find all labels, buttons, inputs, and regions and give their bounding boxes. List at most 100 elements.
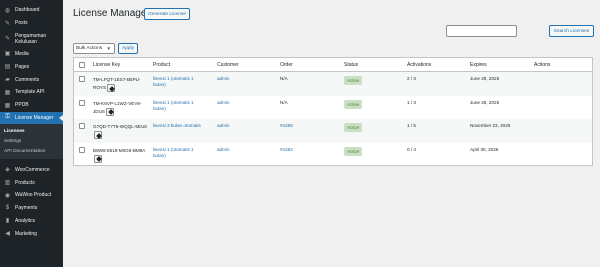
sidebar-item-license-manager[interactable]: ⚿ License Manager — [0, 111, 63, 125]
submenu-item-settings[interactable]: Settings — [0, 136, 63, 146]
sidebar-item-ppdb[interactable]: ▦ PPDB — [0, 99, 63, 112]
row-checkbox[interactable] — [79, 99, 85, 106]
sidebar-item-comments[interactable]: ▰ Comments — [0, 73, 63, 86]
column-header-license-key: License Key — [93, 62, 121, 68]
sidebar-item-label: Payments — [15, 205, 38, 212]
table-row: B8W6-8518-M0G6-BM8A lisensi 1 (otomatis 1… — [74, 143, 592, 167]
product-link[interactable]: lisensi 1 (otomatis 1 bulan) — [153, 76, 205, 88]
product-link[interactable]: lisensi 1 (otomatis 1 bulan) — [153, 100, 205, 112]
expires-cell: April 30, 2025 — [470, 146, 499, 152]
apply-button[interactable]: Apply — [118, 43, 138, 54]
key-icon: ⚿ — [5, 114, 10, 121]
sidebar-item-label: Analytics — [15, 217, 36, 224]
page-icon: ▤ — [4, 64, 11, 71]
license-key-cell: TM-LFQT-1ES7-B5PU-ROYS — [93, 76, 148, 92]
sidebar-item-label: Posts — [15, 20, 28, 27]
expires-cell: June 28, 2025 — [470, 99, 500, 105]
order-cell: N/A — [280, 99, 288, 105]
activations-cell: 1 / 3 — [407, 99, 416, 105]
sidebar-item-label: License Manager — [15, 114, 54, 121]
submenu-item-licenses[interactable]: Licenses — [0, 126, 63, 136]
row-checkbox[interactable] — [79, 146, 85, 153]
license-key: TM-K6VP-L1WZ-VEV9-JDUS — [93, 100, 142, 114]
product-link[interactable]: lisensi 3 bulan otomatis — [153, 123, 205, 129]
activations-cell: 1 / 5 — [407, 123, 416, 128]
copy-key-button[interactable] — [94, 154, 102, 163]
copy-icon — [107, 109, 114, 115]
table-row: G7QD-T7T5-WQQL-5EU6 lisensi 3 bulan otoma… — [74, 119, 592, 143]
row-checkbox[interactable] — [79, 76, 85, 82]
order-cell[interactable]: #4286 — [280, 123, 293, 129]
column-header-expires: Expires — [470, 62, 487, 68]
template-icon: ▦ — [4, 89, 11, 96]
activations-cell: 0 / 4 — [407, 146, 416, 152]
column-header-customer: Customer — [217, 62, 239, 68]
order-cell: N/A — [280, 76, 288, 81]
customer-link[interactable]: admin — [217, 147, 230, 153]
sidebar-item-dashboard[interactable]: ◍ Dashboard — [0, 4, 63, 17]
column-header-actions: Actions — [534, 62, 551, 68]
sidebar-item-payments[interactable]: $ Payments — [0, 202, 63, 215]
bulk-actions-select[interactable]: Bulk Actions ▼ — [73, 43, 115, 54]
chevron-down-icon: ▼ — [106, 46, 111, 51]
sidebar-item-products[interactable]: ▥ Products — [0, 176, 63, 189]
pin-icon: ✎ — [4, 35, 11, 42]
sidebar-item-label: Marketing — [15, 230, 37, 237]
status-badge: Active — [344, 99, 363, 109]
sidebar-item-wawoo-product[interactable]: ◉ WaWoo Product — [0, 189, 63, 202]
copy-icon — [108, 85, 115, 92]
sidebar-item-media[interactable]: ▣ Media — [0, 48, 63, 61]
sidebar-item-template-api[interactable]: ▦ Template API — [0, 86, 63, 99]
admin-sidebar: ◍ Dashboard ✎ Posts ✎ Pengumuman Kelulusan ▣ Me… — [0, 0, 63, 267]
license-key: B8W6-8518-M0G6-BM8A — [93, 147, 146, 153]
main-content: License Manager Generate License Search … — [63, 0, 600, 267]
chat-icon: ◉ — [4, 192, 11, 199]
megaphone-icon: ◀ — [5, 231, 10, 238]
sidebar-item-label: Products — [15, 179, 35, 186]
sidebar-item-label: PPDB — [15, 102, 29, 109]
license-key: TM-LFQT-1ES7-B5PU-ROYS — [93, 77, 141, 91]
copy-key-button[interactable] — [94, 131, 102, 139]
licenses-table: License Key Product Customer Order Statu… — [73, 57, 593, 166]
submenu-item-api-documentation[interactable]: API Documentation — [0, 146, 63, 156]
sidebar-item-analytics[interactable]: ▮ Analytics — [0, 215, 63, 228]
table-row: TM-K6VP-L1WZ-VEV9-JDUS lisensi 1 (otomati… — [74, 96, 592, 120]
sidebar-item-marketing[interactable]: ◀ Marketing — [0, 227, 63, 240]
product-link[interactable]: lisensi 1 (otomatis 1 bulan) — [153, 147, 205, 159]
archive-icon: ▥ — [4, 180, 11, 187]
analytics-icon: ▮ — [5, 218, 10, 225]
license-key-cell: G7QD-T7T5-WQQL-5EU6 — [93, 123, 148, 139]
sidebar-item-label: Media — [15, 50, 29, 57]
copy-icon — [95, 156, 102, 162]
payments-icon: $ — [5, 205, 10, 212]
page-title: License Manager — [73, 8, 150, 19]
sidebar-item-label: WaWoo Product — [15, 192, 52, 199]
sidebar-item-label: Dashboard — [15, 7, 40, 14]
order-cell[interactable]: #4284 — [280, 147, 293, 153]
copy-key-button[interactable] — [106, 107, 114, 116]
status-badge: Active — [344, 146, 363, 156]
expires-cell: November 23, 2025 — [470, 123, 511, 128]
sidebar-item-posts[interactable]: ✎ Posts — [0, 17, 63, 30]
search-licenses-button[interactable]: Search Licenses — [549, 25, 594, 37]
media-icon: ▣ — [4, 51, 11, 58]
dashboard-icon: ◍ — [4, 7, 11, 14]
copy-key-button[interactable] — [107, 84, 116, 92]
row-checkbox[interactable] — [79, 123, 85, 129]
customer-link[interactable]: admin — [217, 123, 230, 129]
customer-link[interactable]: admin — [217, 100, 230, 106]
license-key-cell: TM-K6VP-L1WZ-VEV9-JDUS — [93, 100, 148, 116]
generate-license-button[interactable]: Generate License — [144, 8, 190, 20]
customer-link[interactable]: admin — [217, 76, 230, 82]
select-all-checkbox[interactable] — [79, 62, 85, 68]
sidebar-item-label: Pengumuman Kelulusan — [15, 32, 47, 45]
sidebar-item-label: Comments — [15, 76, 40, 83]
sidebar-item-woocommerce[interactable]: ◈ WooCommerce — [0, 163, 63, 176]
column-header-order: Order — [280, 62, 293, 68]
activations-cell: 2 / 3 — [407, 76, 416, 81]
sidebar-item-pengumuman-kelulusan[interactable]: ✎ Pengumuman Kelulusan — [0, 30, 63, 48]
expires-cell: June 29, 2025 — [470, 76, 500, 81]
search-input[interactable] — [446, 25, 517, 37]
form-icon: ▦ — [4, 102, 11, 109]
sidebar-item-pages[interactable]: ▤ Pages — [0, 60, 63, 73]
